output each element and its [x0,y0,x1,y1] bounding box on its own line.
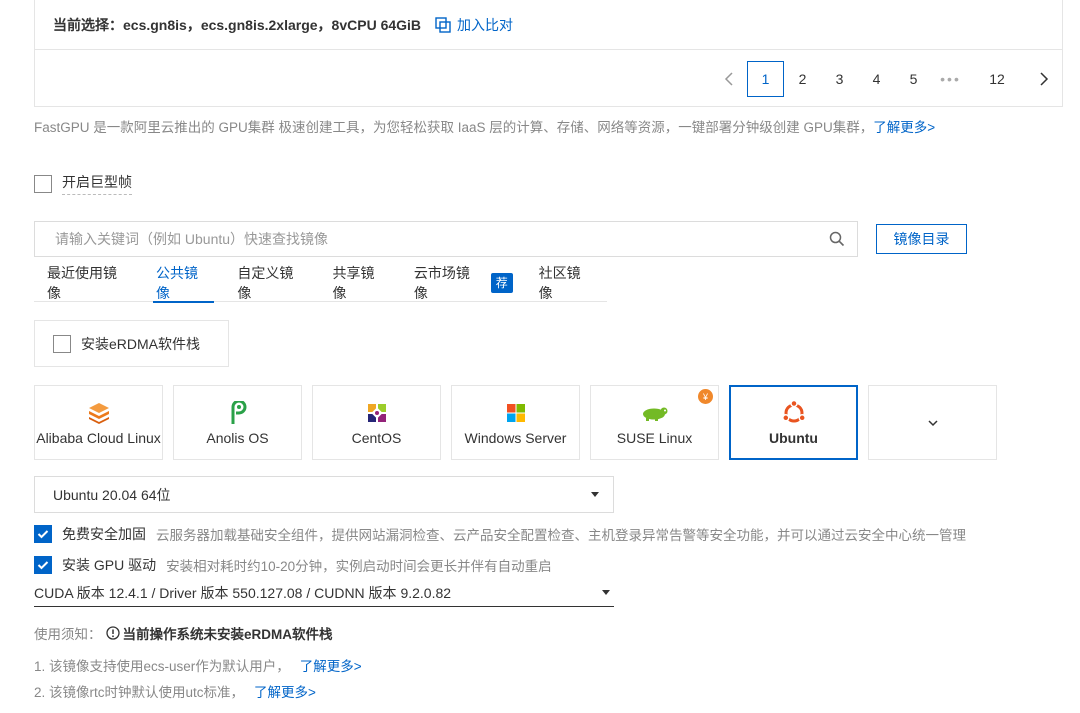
fastgpu-description: FastGPU 是一款阿里云推出的 GPU集群 极速创建工具，为您轻松获取 Ia… [34,116,935,136]
security-hardening-option[interactable]: 免费安全加固 云服务器加载基础安全组件，提供网站漏洞检查、云产品安全配置检查、主… [34,524,966,544]
erdma-checkbox[interactable] [53,334,71,353]
note-learn-more-link[interactable]: 了解更多> [300,659,362,674]
compare-icon [435,16,451,33]
gpu-driver-description: 安装相对耗时约10-20分钟，实例启动时间会更长并伴有自动重启 [166,559,552,574]
checkmark-icon [37,530,49,539]
page-ellipsis[interactable]: ••• [932,61,969,97]
info-icon [105,626,120,640]
jumbo-frame-option[interactable]: 开启巨型帧 [34,172,132,195]
security-hardening-description: 云服务器加载基础安全组件，提供网站漏洞检查、云产品安全配置检查、主机登录异常告警… [156,528,966,543]
os-selector: Alibaba Cloud Linux Anolis OS CentOS Win… [34,385,997,460]
os-card-windows-server[interactable]: Windows Server [451,385,580,460]
tab-label: 自定义镜像 [237,264,294,301]
add-compare-link[interactable]: 加入比对 [435,15,513,35]
usage-notice: 使用须知： 当前操作系统未安装eRDMA软件栈 [34,623,333,643]
recommended-badge: 荐 [490,272,513,293]
page-button-last[interactable]: 12 [969,61,1025,97]
page-button-5[interactable]: 5 [895,61,932,97]
chevron-left-icon [724,72,733,86]
jumbo-frame-checkbox[interactable] [34,174,52,193]
tab-label: 云市场镜像 [413,264,470,301]
paid-badge: ¥ [698,389,713,404]
tab-community-images[interactable]: 社区镜像 [526,264,607,302]
current-selection-text: 当前选择：ecs.gn8is，ecs.gn8is.2xlarge，8vCPU 6… [53,16,422,33]
fastgpu-learn-more-link[interactable]: 了解更多> [873,120,935,135]
gpu-driver-label: 安装 GPU 驱动 [62,557,157,573]
search-icon[interactable] [817,222,857,256]
chevron-right-icon [1039,72,1048,86]
os-name: Ubuntu [769,429,818,446]
os-card-anolis-os[interactable]: Anolis OS [173,385,302,460]
suse-icon [641,401,669,425]
os-card-alibaba-cloud-linux[interactable]: Alibaba Cloud Linux [34,385,163,460]
tab-recent-images[interactable]: 最近使用镜像 [34,264,143,302]
image-search-input[interactable] [55,231,817,247]
erdma-warning: 当前操作系统未安装eRDMA软件栈 [105,623,333,643]
gpu-driver-checkbox[interactable] [34,556,52,574]
next-page-button[interactable] [1025,61,1062,97]
erdma-option[interactable]: 安装eRDMA软件栈 [34,320,229,367]
note-text: 1. 该镜像支持使用ecs-user作为默认用户， [34,659,290,674]
windows-icon [506,401,526,425]
image-type-tabs: 最近使用镜像 公共镜像 自定义镜像 共享镜像 云市场镜像荐 社区镜像 [34,264,607,303]
add-compare-label: 加入比对 [457,16,514,33]
page-button-1[interactable]: 1 [747,61,784,97]
tab-label: 最近使用镜像 [47,264,117,301]
erdma-label: 安装eRDMA软件栈 [81,335,201,352]
page-button-3[interactable]: 3 [821,61,858,97]
more-os-button[interactable] [868,385,997,460]
cuda-version-value: CUDA 版本 12.4.1 / Driver 版本 550.127.08 / … [34,584,452,601]
security-hardening-label: 免费安全加固 [62,526,146,542]
tab-marketplace-images[interactable]: 云市场镜像荐 [401,264,526,302]
note-text: 2. 该镜像rtc时钟默认使用utc标准， [34,685,245,700]
caret-down-icon [591,492,599,497]
note-default-user: 1. 该镜像支持使用ecs-user作为默认用户， 了解更多> [34,655,362,675]
alibaba-cloud-icon [87,401,111,425]
tab-label: 公共镜像 [156,264,198,301]
image-catalog-button[interactable]: 镜像目录 [876,224,967,254]
page-button-4[interactable]: 4 [858,61,895,97]
gpu-driver-option[interactable]: 安装 GPU 驱动 安装相对耗时约10-20分钟，实例启动时间会更长并伴有自动重… [34,555,552,575]
tab-label: 社区镜像 [538,264,581,301]
centos-icon [366,401,388,425]
os-card-ubuntu[interactable]: Ubuntu [729,385,858,460]
note-learn-more-link[interactable]: 了解更多> [254,685,316,700]
page-button-2[interactable]: 2 [784,61,821,97]
ubuntu-icon [781,399,807,425]
notice-prefix: 使用须知： [34,627,102,642]
tab-custom-images[interactable]: 自定义镜像 [224,264,319,302]
image-search-box [34,221,858,257]
jumbo-frame-label: 开启巨型帧 [62,172,132,195]
pagination: 1 2 3 4 5 ••• 12 [710,61,1062,97]
current-selection-row: 当前选择：ecs.gn8is，ecs.gn8is.2xlarge，8vCPU 6… [35,0,1062,50]
os-card-suse-linux[interactable]: ¥ SUSE Linux [590,385,719,460]
os-name: Alibaba Cloud Linux [36,429,161,446]
os-name: Windows Server [464,429,567,446]
tab-public-images[interactable]: 公共镜像 [143,264,224,303]
cuda-version-select[interactable]: CUDA 版本 12.4.1 / Driver 版本 550.127.08 / … [34,579,614,607]
checkmark-icon [37,561,49,570]
os-card-centos[interactable]: CentOS [312,385,441,460]
instance-selection-panel: 当前选择：ecs.gn8is，ecs.gn8is.2xlarge，8vCPU 6… [34,0,1063,107]
erdma-warning-text: 当前操作系统未安装eRDMA软件栈 [122,627,333,642]
note-rtc-clock: 2. 该镜像rtc时钟默认使用utc标准， 了解更多> [34,681,316,701]
tab-shared-images[interactable]: 共享镜像 [320,264,401,302]
caret-down-icon [602,590,610,595]
prev-page-button[interactable] [710,61,747,97]
chevron-down-icon [927,419,938,426]
os-name: SUSE Linux [616,429,693,446]
security-hardening-checkbox[interactable] [34,525,52,543]
tab-label: 共享镜像 [332,264,375,301]
os-version-select[interactable]: Ubuntu 20.04 64位 [34,476,614,513]
os-name: Anolis OS [206,429,269,446]
os-version-value: Ubuntu 20.04 64位 [53,486,171,503]
os-name: CentOS [351,429,402,446]
fastgpu-description-text: FastGPU 是一款阿里云推出的 GPU集群 极速创建工具，为您轻松获取 Ia… [34,120,874,135]
anolis-icon [229,400,247,425]
